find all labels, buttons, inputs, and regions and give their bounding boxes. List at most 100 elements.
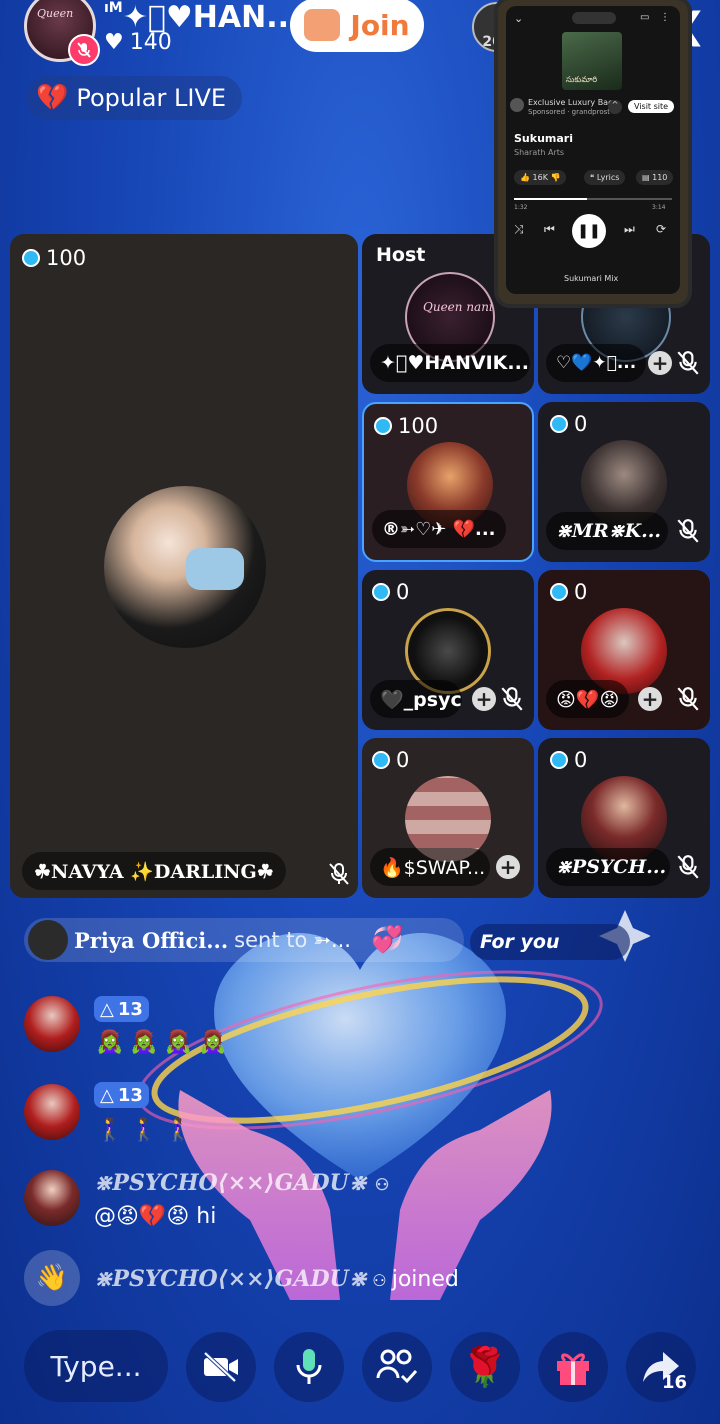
manage-users-button[interactable] [362, 1332, 432, 1402]
gift-box-icon [557, 1353, 589, 1385]
mic-muted-icon [68, 34, 100, 66]
chevron-up-icon[interactable]: ^ [608, 100, 622, 114]
add-icon[interactable]: + [638, 687, 662, 711]
total-time: 3:14 [652, 204, 666, 211]
seat-3[interactable]: 100 ®➳♡✈ 💔... [362, 402, 534, 562]
chat-username-text: ⋇PSYCHO⟨××⟩GADU⋇ [94, 1170, 368, 1196]
seat-6[interactable]: 0 😡💔😡 + [538, 570, 710, 730]
mic-off-icon [329, 863, 349, 885]
join-label: Join [350, 8, 410, 42]
like-button[interactable]: 👍 16K 👎 [514, 170, 567, 185]
camera-off-icon [203, 1351, 238, 1383]
seat-name: 🖤_psyc... [370, 680, 462, 718]
elapsed-time: 1:32 [514, 204, 528, 211]
player-mode-toggle[interactable] [572, 12, 616, 24]
level-value: 13 [117, 1084, 143, 1106]
seat-count: 0 [550, 412, 587, 436]
visit-site-button[interactable]: Visit site [628, 100, 675, 113]
song-title: Sukumari [514, 132, 573, 145]
shuffle-icon[interactable]: ⤨ [514, 222, 524, 237]
face-mask [186, 548, 244, 590]
like-count: 16K [532, 173, 548, 182]
level-badge: △ 13 [94, 1082, 149, 1108]
chat-avatar[interactable] [24, 1170, 80, 1226]
lyrics-label: Lyrics [596, 173, 620, 182]
level-icon: △ [100, 998, 114, 1020]
gift-icon: 💞 [370, 925, 404, 955]
progress-fill [514, 198, 587, 200]
seat-8[interactable]: 0 ⋇PSYCH... [538, 738, 710, 898]
seat-5[interactable]: 0 🖤_psyc... + [362, 570, 534, 730]
previous-icon[interactable]: ⏮ [544, 222, 555, 237]
seat-count: 0 [372, 580, 409, 604]
microphone-button[interactable] [274, 1332, 344, 1402]
seat-count-value: 100 [46, 246, 87, 270]
host-name-prefix: ıM [104, 0, 123, 16]
seat-count: 0 [550, 580, 587, 604]
likes-counter: ♥ 140 [104, 30, 172, 55]
diamond-icon [550, 751, 568, 769]
add-icon[interactable]: + [648, 351, 672, 375]
message-input-placeholder: Type... [50, 1349, 142, 1383]
seat-name: ®➳♡✈ 💔... [372, 510, 506, 548]
gift-banner: Priya Offici... sent to ➳... 💞 [24, 918, 464, 962]
seat-count: 0 [550, 748, 587, 772]
likes-count: 140 [129, 30, 172, 55]
for-you-text: For you [480, 931, 560, 953]
add-icon[interactable]: + [496, 855, 520, 879]
gift-button[interactable] [538, 1332, 608, 1402]
up-next-label: Sukumari Mix [564, 274, 619, 283]
comments-button[interactable]: ▤ 110 [636, 170, 674, 185]
message-input[interactable]: Type... [24, 1330, 168, 1402]
more-icon[interactable]: ⋮ [660, 12, 670, 23]
cast-icon[interactable]: ▭ [640, 12, 649, 23]
lyrics-button[interactable]: ❝ Lyrics [584, 170, 626, 185]
add-icon[interactable]: + [472, 687, 496, 711]
camera-off-button[interactable] [186, 1332, 256, 1402]
ad-avatar [510, 98, 524, 112]
progress-track[interactable] [514, 198, 672, 200]
seat-avatar [104, 486, 266, 648]
share-button[interactable]: 16 [626, 1332, 696, 1402]
chat-avatar[interactable] [24, 1084, 80, 1140]
seat-count-value: 0 [396, 748, 410, 772]
seat-avatar-text: Queen nani [423, 300, 493, 314]
next-icon[interactable]: ⏭ [624, 222, 635, 237]
collapse-icon[interactable]: ⌄ [514, 12, 523, 25]
pause-button[interactable]: ❚❚ [572, 214, 606, 248]
rose-gift-button[interactable]: 🌹 [450, 1332, 520, 1402]
seat-name-text: ⋇MR⋇K... [556, 520, 662, 542]
gift-sent-to: sent to [234, 928, 308, 952]
mini-music-player[interactable]: ⌄ ▭ ⋮ సుకుమారి Exclusive Luxury Bag... S… [494, 0, 692, 308]
diamond-icon [22, 249, 40, 267]
popular-live-button[interactable]: 💔 Popular LIVE [26, 76, 243, 120]
share-count: 16 [662, 1372, 688, 1393]
main-seat[interactable]: 100 ☘NAVYA ✨DARLING☘ [10, 234, 358, 898]
chat-avatar[interactable] [24, 996, 80, 1052]
seat-7[interactable]: 0 🔥$SWAP... + [362, 738, 534, 898]
level-value: 13 [117, 998, 143, 1020]
seat-count-value: 100 [398, 414, 439, 438]
chat-username[interactable]: ⋇PSYCHO⟨××⟩GADU⋇ ⚇ [94, 1170, 389, 1196]
sender-avatar [28, 920, 68, 960]
join-button[interactable]: Join [290, 0, 424, 52]
mic-off-icon [677, 519, 699, 543]
user-group-icon: ⚇ [372, 1271, 387, 1290]
gift-receiver: ➳... [313, 928, 351, 952]
chat-message: 🚶‍♀️ 🚶‍♀️ 🚶‍♀️ [96, 1118, 193, 1143]
joined-username[interactable]: ⋇PSYCHO⟨××⟩GADU⋇ [94, 1266, 367, 1292]
seat-name-text: ☘NAVYA ✨DARLING☘ [34, 860, 274, 883]
diamond-icon [374, 417, 392, 435]
level-icon: △ [100, 1084, 114, 1106]
chat-message: @😡💔😡 hi [94, 1204, 217, 1229]
gift-sender: Priya Offici... [74, 927, 229, 953]
ad-title: Exclusive Luxury Bag... [528, 98, 621, 107]
seat-name-text: 🔥$SWAP... [380, 856, 486, 879]
seat-name-text: ✦⃝♥HANVIK... [380, 352, 530, 374]
seat-name: 🔥$SWAP... [370, 848, 490, 886]
user-group-icon: ⚇ [374, 1175, 390, 1194]
seat-name-text: 😡💔😡 [556, 688, 620, 711]
repeat-icon[interactable]: ⟳ [656, 222, 666, 236]
seat-count-value: 0 [574, 412, 588, 436]
seat-4[interactable]: 0 ⋇MR⋇K... [538, 402, 710, 562]
